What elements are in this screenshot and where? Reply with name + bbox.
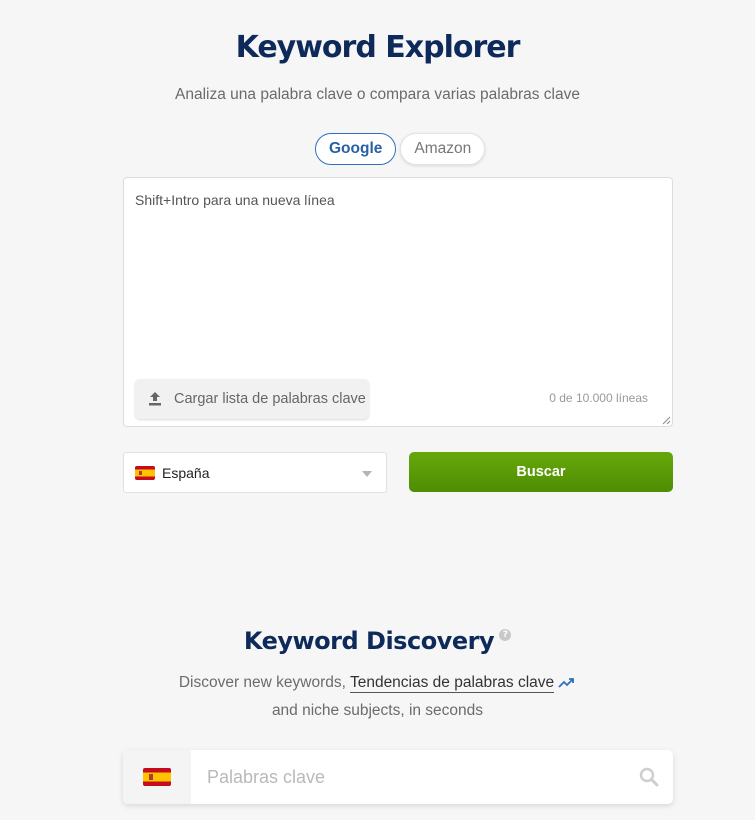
upload-keywords-label: Cargar lista de palabras clave (174, 391, 366, 407)
upload-keywords-button[interactable]: Cargar lista de palabras clave (135, 379, 369, 419)
spain-flag-icon (143, 768, 171, 786)
spain-flag-icon (135, 465, 155, 480)
page-title: Keyword Explorer (235, 30, 521, 65)
discovery-title-text: Keyword Discovery (243, 627, 495, 655)
keyword-discovery-search (123, 750, 673, 804)
help-icon[interactable]: ? (499, 629, 512, 641)
search-icon (639, 767, 659, 787)
country-picker[interactable] (123, 750, 191, 804)
search-icon-button[interactable] (625, 750, 673, 804)
keyword-search-input[interactable] (191, 750, 625, 804)
chevron-down-icon (362, 471, 372, 477)
country-select-value: España (162, 464, 210, 481)
discovery-title: Keyword Discovery? (0, 627, 755, 655)
resize-handle-icon[interactable] (661, 415, 671, 425)
discovery-description: Discover new keywords, Tendencias de pal… (0, 674, 755, 693)
search-button[interactable]: Buscar (409, 452, 673, 492)
trend-icon (558, 678, 575, 688)
tab-amazon[interactable]: Amazon (400, 133, 486, 165)
discovery-description-line2: and niche subjects, in seconds (271, 702, 484, 719)
page-subtitle: Analiza una palabra clave o compara vari… (175, 86, 580, 103)
country-select[interactable]: España (123, 452, 387, 493)
keyword-trends-link[interactable]: Tendencias de palabras clave (349, 674, 555, 693)
tab-google[interactable]: Google (315, 133, 397, 165)
upload-icon (149, 392, 161, 406)
discovery-description-text: Discover new keywords, (178, 674, 346, 691)
keywords-textarea-container: Cargar lista de palabras clave 0 de 10.0… (123, 177, 673, 427)
source-tabs: Google Amazon (315, 133, 486, 165)
line-counter: 0 de 10.000 líneas (549, 391, 648, 405)
